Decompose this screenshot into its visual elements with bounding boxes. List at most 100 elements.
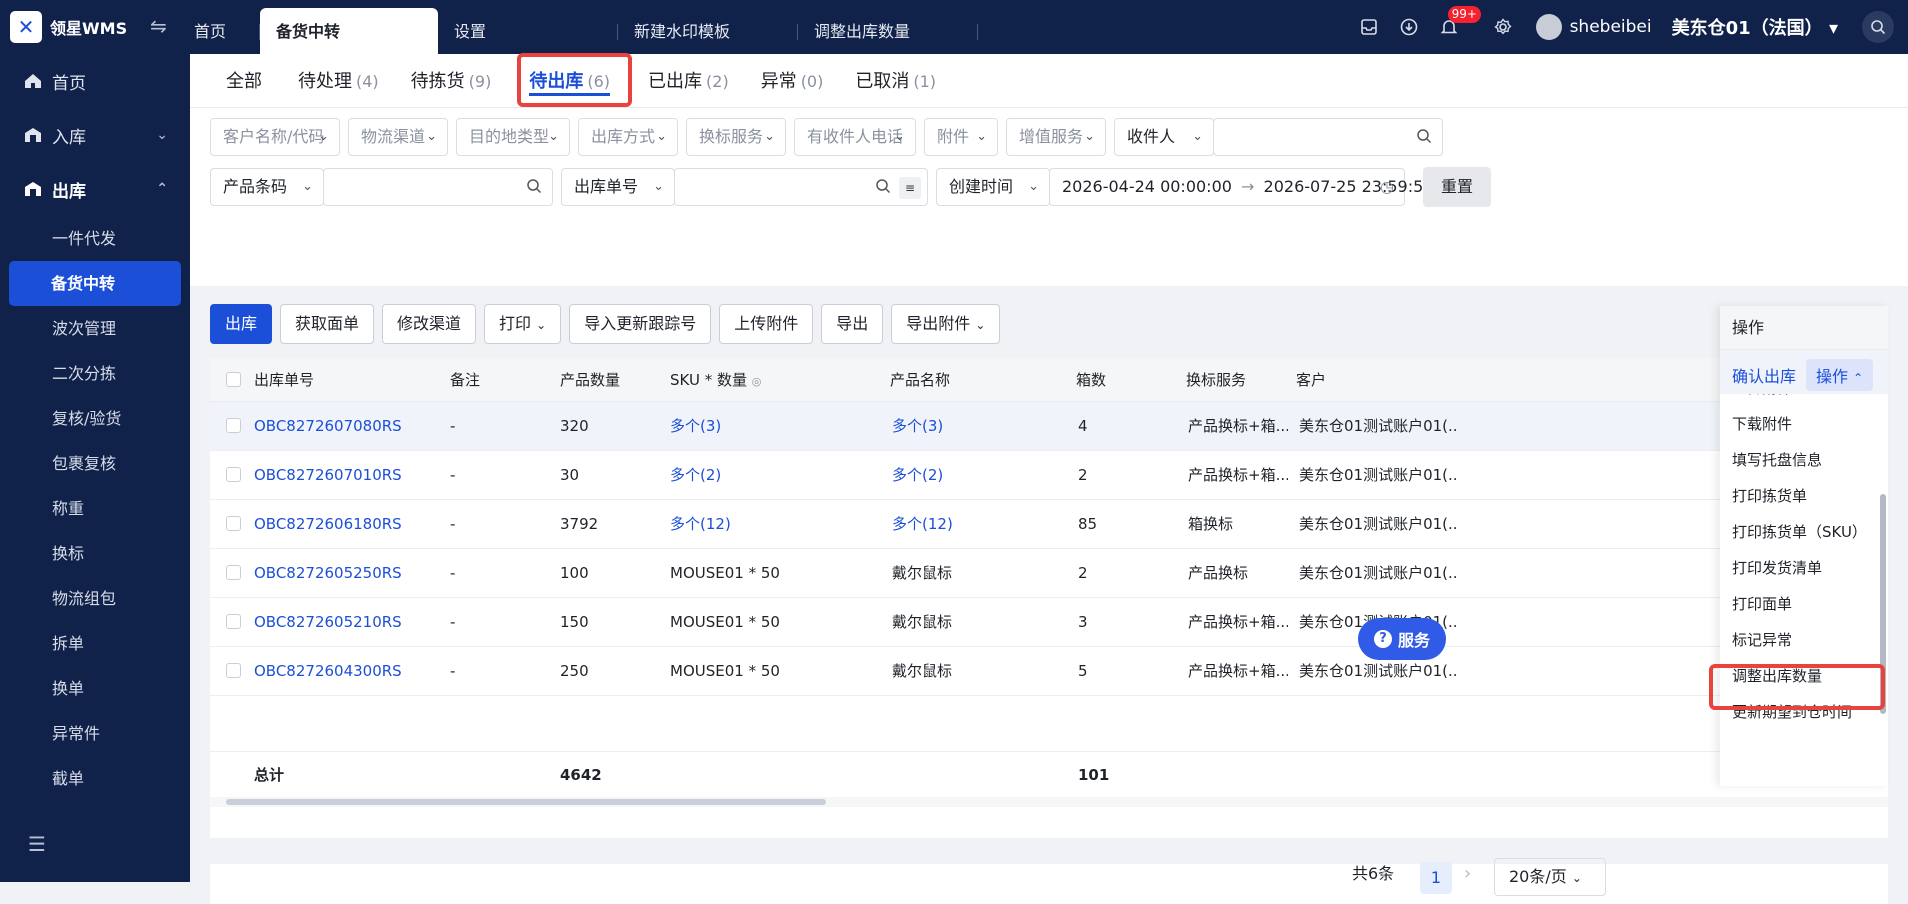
- order-no-type-select[interactable]: 出库单号 ⌄: [561, 168, 675, 206]
- top-tab-adjust-qty[interactable]: 调整出库数量: [798, 8, 978, 54]
- tab-all[interactable]: 全部: [210, 54, 282, 108]
- table-row[interactable]: OBC8272607010RS - 30 多个(2) 多个(2) 2 产品换标+…: [210, 451, 1888, 500]
- sidebar-subitem[interactable]: 拆单: [0, 621, 190, 666]
- sidebar-subitem[interactable]: 截单: [0, 756, 190, 801]
- menu-item-print-packing-list[interactable]: 打印发货清单: [1720, 550, 1888, 586]
- menu-item-pallet-info[interactable]: 填写托盘信息: [1720, 442, 1888, 478]
- top-tab-stock-transfer[interactable]: 备货中转: [260, 8, 438, 54]
- order-no-link[interactable]: OBC8272605210RS: [254, 598, 402, 647]
- top-tab-home[interactable]: 首页: [178, 8, 260, 54]
- outbound-method-select[interactable]: 出库方式 ⌄: [578, 118, 678, 156]
- reset-button[interactable]: 重置: [1423, 167, 1491, 207]
- service-button[interactable]: ? 服务: [1358, 618, 1446, 660]
- logistics-channel-select[interactable]: 物流渠道 ⌄: [348, 118, 448, 156]
- horizontal-scrollbar[interactable]: [210, 797, 1888, 807]
- sidebar-subitem[interactable]: 二次分拣: [0, 351, 190, 396]
- product-name-link[interactable]: 多个(2): [892, 451, 943, 500]
- sidebar-subitem[interactable]: 复核/验货: [0, 396, 190, 441]
- search-icon[interactable]: [526, 178, 542, 194]
- order-no-input[interactable]: ≡: [674, 168, 928, 206]
- relabel-service-select[interactable]: 换标服务 ⌄: [686, 118, 786, 156]
- tab-exception[interactable]: 异常 (0): [745, 54, 840, 108]
- sidebar-subitem[interactable]: 波次管理: [0, 306, 190, 351]
- table-row[interactable]: OBC8272607080RS - 320 多个(3) 多个(3) 4 产品换标…: [210, 402, 1888, 451]
- outbound-button[interactable]: 出库: [210, 304, 273, 344]
- print-button[interactable]: 打印 ⌄: [484, 304, 562, 344]
- tab-shipped[interactable]: 已出库 (2): [632, 54, 745, 108]
- sku-link[interactable]: 多个(3): [670, 402, 721, 451]
- modify-channel-button[interactable]: 修改渠道: [382, 304, 477, 344]
- warehouse-selector[interactable]: 美东仓01（法国） ▾: [1672, 14, 1838, 40]
- avatar[interactable]: [1535, 14, 1562, 40]
- menu-item-print-picklist-sku[interactable]: 打印拣货单（SKU）: [1720, 514, 1888, 550]
- sidebar-subitem[interactable]: 异常件: [0, 711, 190, 756]
- table-row[interactable]: OBC8272605210RS - 150 MOUSE01 * 50 戴尔鼠标 …: [210, 598, 1888, 647]
- order-no-link[interactable]: OBC8272607010RS: [254, 451, 402, 500]
- batch-input-icon[interactable]: ≡: [899, 177, 921, 199]
- row-checkbox[interactable]: [226, 663, 241, 678]
- date-range-picker[interactable]: 2026-04-24 00:00:00 → 2026-07-25 23:59:5…: [1049, 168, 1433, 206]
- table-row[interactable]: OBC8272605250RS - 100 MOUSE01 * 50 戴尔鼠标 …: [210, 549, 1888, 598]
- order-no-link[interactable]: OBC8272607080RS: [254, 402, 402, 451]
- row-checkbox[interactable]: [226, 418, 241, 433]
- export-attachment-button[interactable]: 导出附件 ⌄: [891, 304, 1001, 344]
- tab-to-pick[interactable]: 待拣货 (9): [395, 54, 508, 108]
- tab-cancelled[interactable]: 已取消 (1): [839, 54, 952, 108]
- row-checkbox[interactable]: [226, 467, 241, 482]
- table-row[interactable]: OBC8272606180RS - 3792 多个(12) 多个(12) 85 …: [210, 500, 1888, 549]
- search-icon[interactable]: [1416, 128, 1432, 144]
- destination-type-select[interactable]: 目的地类型 ⌄: [456, 118, 570, 156]
- upload-attachment-button[interactable]: 上传附件: [719, 304, 814, 344]
- menu-item-print-label[interactable]: 打印面单: [1720, 586, 1888, 622]
- menu-item-upload-attachment[interactable]: 上传附件: [1720, 394, 1888, 406]
- time-type-select[interactable]: 创建时间 ⌄: [936, 168, 1050, 206]
- sidebar-subitem[interactable]: 换标: [0, 531, 190, 576]
- product-name-link[interactable]: 多个(3): [892, 402, 943, 451]
- more-operations-button[interactable]: 操作 ⌃: [1806, 358, 1874, 391]
- row-checkbox[interactable]: [226, 516, 241, 531]
- customer-select[interactable]: 客户名称/代码 ⌄: [210, 118, 340, 156]
- sidebar-subitem[interactable]: 一件代发: [0, 216, 190, 261]
- bell-icon[interactable]: 99+: [1436, 6, 1481, 40]
- sidebar-subitem-active[interactable]: 备货中转: [9, 261, 181, 306]
- product-code-input[interactable]: [323, 168, 553, 206]
- menu-item-mark-exception[interactable]: 标记异常: [1720, 622, 1888, 658]
- select-all-checkbox[interactable]: [226, 372, 241, 387]
- row-checkbox[interactable]: [226, 565, 241, 580]
- sidebar-subitem[interactable]: 换单: [0, 666, 190, 711]
- sku-link[interactable]: 多个(2): [670, 451, 721, 500]
- sidebar-subitem[interactable]: 物流组包: [0, 576, 190, 621]
- order-no-link[interactable]: OBC8272605250RS: [254, 549, 402, 598]
- table-row[interactable]: OBC8272604300RS - 250 MOUSE01 * 50 戴尔鼠标 …: [210, 647, 1888, 696]
- menu-collapse-icon[interactable]: ☰: [28, 832, 46, 856]
- menu-item-download-attachment[interactable]: 下载附件: [1720, 406, 1888, 442]
- end-date[interactable]: 2026-07-25 23:59:59: [1264, 177, 1434, 196]
- next-page-icon[interactable]: ›: [1464, 854, 1471, 894]
- page-size-select[interactable]: 20条/页 ⌄: [1494, 858, 1606, 896]
- product-name-link[interactable]: 多个(12): [892, 500, 953, 549]
- recipient-field-select[interactable]: 收件人 ⌄: [1114, 118, 1214, 156]
- recipient-phone-select[interactable]: 有收件人电话 ⌄: [794, 118, 916, 156]
- sidebar-subitem[interactable]: 包裹复核: [0, 441, 190, 486]
- gear-icon[interactable]: [1490, 14, 1516, 40]
- inbox-icon[interactable]: [1356, 14, 1382, 40]
- top-tab-watermark-template[interactable]: 新建水印模板: [618, 8, 798, 54]
- recipient-input[interactable]: [1213, 118, 1443, 156]
- start-date[interactable]: 2026-04-24 00:00:00: [1062, 177, 1232, 196]
- import-tracking-button[interactable]: 导入更新跟踪号: [569, 304, 712, 344]
- tab-pending[interactable]: 待处理 (4): [282, 54, 395, 108]
- swap-tabs-icon[interactable]: ⇋: [150, 14, 167, 38]
- product-code-type-select[interactable]: 产品条码 ⌄: [210, 168, 324, 206]
- order-no-link[interactable]: OBC8272606180RS: [254, 500, 402, 549]
- sidebar-subitem[interactable]: 称重: [0, 486, 190, 531]
- prev-page-icon[interactable]: ‹: [1380, 854, 1387, 894]
- search-icon[interactable]: [875, 178, 891, 194]
- export-button[interactable]: 导出: [821, 304, 884, 344]
- sidebar-item-outbound[interactable]: 出库 ⌃: [0, 162, 190, 216]
- top-tab-settings[interactable]: 设置: [438, 8, 618, 54]
- username[interactable]: shebeibei: [1570, 17, 1652, 37]
- download-icon[interactable]: [1396, 14, 1422, 40]
- menu-item-print-picklist[interactable]: 打印拣货单: [1720, 478, 1888, 514]
- search-icon[interactable]: [1862, 11, 1894, 43]
- scrollbar-thumb[interactable]: [226, 799, 826, 805]
